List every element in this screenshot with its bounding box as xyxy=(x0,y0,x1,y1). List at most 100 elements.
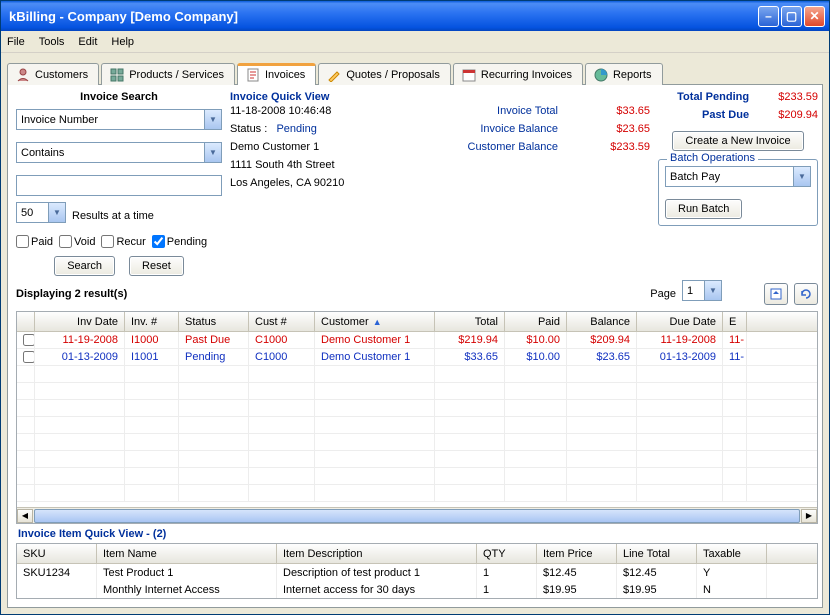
menu-tools[interactable]: Tools xyxy=(39,36,65,48)
item-qv-title: Invoice Item Quick View - (2) xyxy=(18,528,818,540)
grid-body: 11-19-2008I1000Past DueC1000Demo Custome… xyxy=(17,332,817,507)
results-section: Displaying 2 result(s) Page ▼ xyxy=(16,276,818,524)
grid-header: Inv Date Inv. # Status Cust # Customer▲ … xyxy=(17,312,817,332)
scroll-left-icon[interactable]: ◀ xyxy=(17,509,33,523)
batch-operations: Batch Operations ▼ Run Batch xyxy=(658,159,818,226)
past-due-value: $209.94 xyxy=(759,109,818,121)
reset-button[interactable]: Reset xyxy=(129,256,184,276)
check-void[interactable]: Void xyxy=(59,235,95,248)
check-recur[interactable]: Recur xyxy=(101,235,145,248)
minimize-button[interactable]: – xyxy=(758,6,779,27)
col-line-total[interactable]: Line Total xyxy=(617,544,697,563)
col-custno[interactable]: Cust # xyxy=(249,312,315,331)
table-row[interactable]: 11-19-2008I1000Past DueC1000Demo Custome… xyxy=(17,332,817,349)
col-checkbox[interactable] xyxy=(17,312,35,331)
col-paid[interactable]: Paid xyxy=(505,312,567,331)
col-qty[interactable]: QTY xyxy=(477,544,537,563)
col-invno[interactable]: Inv. # xyxy=(125,312,179,331)
app-window: kBilling - Company [Demo Company] – ▢ ✕ … xyxy=(0,0,830,615)
maximize-button[interactable]: ▢ xyxy=(781,6,802,27)
invoice-icon xyxy=(246,68,260,82)
quick-view-title: Invoice Quick View xyxy=(230,91,650,103)
col-status[interactable]: Status xyxy=(179,312,249,331)
qv-total-label: Invoice Total xyxy=(450,105,570,117)
table-row[interactable]: SKU1234Test Product 1Description of test… xyxy=(17,564,817,581)
table-row xyxy=(17,383,817,400)
qv-custbal-label: Customer Balance xyxy=(450,141,570,153)
tab-label: Customers xyxy=(35,69,88,81)
qv-status-label: Status : xyxy=(230,123,267,135)
search-op-select[interactable] xyxy=(16,142,222,163)
qv-status-value: Pending xyxy=(276,123,316,135)
results-limit-select[interactable] xyxy=(16,202,66,223)
tab-customers[interactable]: Customers xyxy=(7,63,99,85)
search-field-select[interactable] xyxy=(16,109,222,130)
search-title: Invoice Search xyxy=(16,91,222,103)
col-customer[interactable]: Customer▲ xyxy=(315,312,435,331)
pie-icon xyxy=(594,68,608,82)
table-row[interactable]: 01-13-2009I1001PendingC1000Demo Customer… xyxy=(17,349,817,366)
search-value-input[interactable] xyxy=(16,175,222,196)
qv-custbal-value: $233.59 xyxy=(570,141,650,153)
qv-address-line1: 1111 South 4th Street xyxy=(230,159,450,171)
check-pending[interactable]: Pending xyxy=(152,235,207,248)
table-row xyxy=(17,468,817,485)
table-row xyxy=(17,366,817,383)
col-invdate[interactable]: Inv Date xyxy=(35,312,125,331)
search-button[interactable]: Search xyxy=(54,256,115,276)
batch-select[interactable] xyxy=(665,166,811,187)
tab-products[interactable]: Products / Services xyxy=(101,63,235,85)
col-taxable[interactable]: Taxable xyxy=(697,544,767,563)
create-invoice-button[interactable]: Create a New Invoice xyxy=(672,131,803,151)
col-sku[interactable]: SKU xyxy=(17,544,97,563)
item-grid: SKU Item Name Item Description QTY Item … xyxy=(16,543,818,599)
invoices-panel: Invoice Search ▼ ▼ ▼ Results at a time xyxy=(7,85,823,608)
table-row xyxy=(17,485,817,502)
horizontal-scrollbar[interactable]: ◀ ▶ xyxy=(17,507,817,523)
qv-datetime: 11-18-2008 10:46:48 xyxy=(230,105,450,117)
window-title: kBilling - Company [Demo Company] xyxy=(9,9,758,24)
tab-label: Quotes / Proposals xyxy=(346,69,440,81)
tab-invoices[interactable]: Invoices xyxy=(237,63,316,85)
menu-edit[interactable]: Edit xyxy=(78,36,97,48)
results-limit-label: Results at a time xyxy=(72,210,154,222)
table-row xyxy=(17,434,817,451)
summary-column: Total Pending $233.59 Past Due $209.94 C… xyxy=(658,91,818,276)
scroll-right-icon[interactable]: ▶ xyxy=(801,509,817,523)
titlebar: kBilling - Company [Demo Company] – ▢ ✕ xyxy=(1,1,829,31)
tab-reports[interactable]: Reports xyxy=(585,63,663,85)
page-label: Page xyxy=(650,288,676,300)
refresh-button[interactable] xyxy=(794,283,818,305)
window-controls: – ▢ ✕ xyxy=(758,6,825,27)
tab-label: Recurring Invoices xyxy=(481,69,572,81)
tab-label: Invoices xyxy=(265,69,305,81)
col-item-name[interactable]: Item Name xyxy=(97,544,277,563)
col-duedate[interactable]: Due Date xyxy=(637,312,723,331)
col-item-price[interactable]: Item Price xyxy=(537,544,617,563)
check-paid[interactable]: Paid xyxy=(16,235,53,248)
menu-help[interactable]: Help xyxy=(111,36,134,48)
pencil-icon xyxy=(327,68,341,82)
tab-recurring[interactable]: Recurring Invoices xyxy=(453,63,583,85)
page-select[interactable] xyxy=(682,280,722,301)
tab-quotes[interactable]: Quotes / Proposals xyxy=(318,63,451,85)
calendar-icon xyxy=(462,68,476,82)
qv-total-value: $33.65 xyxy=(570,105,650,117)
run-batch-button[interactable]: Run Batch xyxy=(665,199,742,219)
col-total[interactable]: Total xyxy=(435,312,505,331)
results-count: Displaying 2 result(s) xyxy=(16,288,127,300)
person-icon xyxy=(16,68,30,82)
content-area: Customers Products / Services Invoices Q… xyxy=(1,53,829,614)
col-extra[interactable]: E xyxy=(723,312,747,331)
item-grid-body: SKU1234Test Product 1Description of test… xyxy=(17,564,817,598)
total-pending-label: Total Pending xyxy=(658,91,749,103)
invoice-grid: Inv Date Inv. # Status Cust # Customer▲ … xyxy=(16,311,818,524)
close-button[interactable]: ✕ xyxy=(804,6,825,27)
menu-file[interactable]: File xyxy=(7,36,25,48)
item-grid-header: SKU Item Name Item Description QTY Item … xyxy=(17,544,817,564)
col-item-desc[interactable]: Item Description xyxy=(277,544,477,563)
table-row[interactable]: Monthly Internet AccessInternet access f… xyxy=(17,581,817,598)
col-balance[interactable]: Balance xyxy=(567,312,637,331)
export-button[interactable] xyxy=(764,283,788,305)
scroll-thumb[interactable] xyxy=(34,509,800,523)
